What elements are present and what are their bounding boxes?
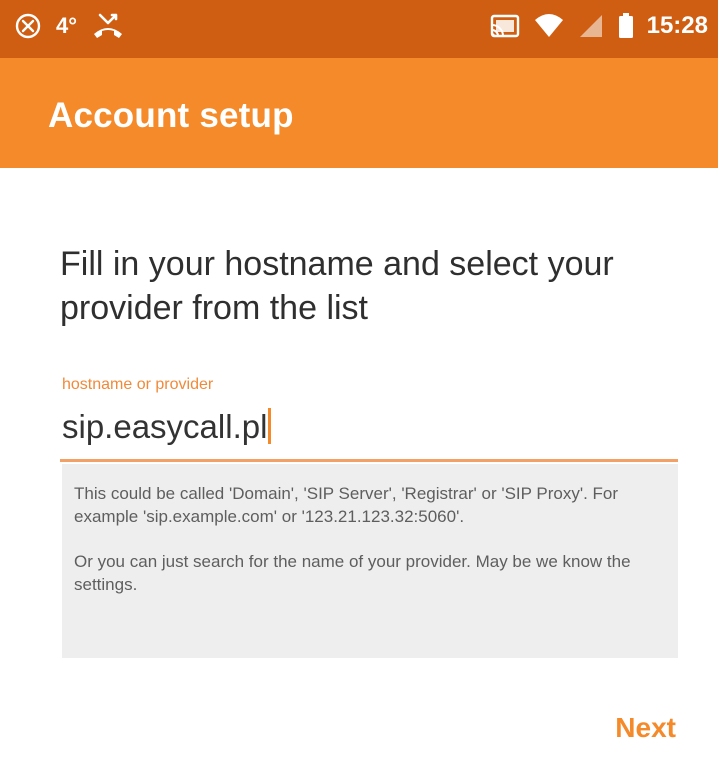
help-text-paragraph-2: Or you can just search for the name of y… — [74, 552, 631, 594]
next-button[interactable]: Next — [613, 708, 678, 748]
app-bar: Account setup — [0, 58, 718, 168]
hostname-input[interactable]: sip.easycall.pl — [60, 404, 678, 462]
cast-icon — [489, 12, 521, 40]
cancel-circle-icon — [14, 12, 42, 40]
help-box: This could be called 'Domain', 'SIP Serv… — [62, 464, 678, 658]
hostname-input-value[interactable]: sip.easycall.pl — [60, 408, 267, 445]
status-bar-right: 15:28 — [489, 12, 708, 40]
help-text-paragraph-1: This could be called 'Domain', 'SIP Serv… — [74, 484, 619, 526]
hostname-field-label: hostname or provider — [62, 376, 214, 393]
text-cursor — [268, 408, 272, 444]
temperature: 4° — [56, 13, 78, 38]
wifi-icon — [533, 12, 565, 40]
missed-call-icon — [91, 12, 125, 40]
page-title: Account setup — [48, 96, 294, 135]
status-bar-left: 4° — [14, 12, 125, 40]
clock: 15:28 — [646, 12, 708, 39]
cellular-signal-icon — [577, 12, 605, 40]
status-bar: 4° 15:28 — [0, 0, 718, 58]
battery-icon — [617, 12, 635, 40]
instruction-text: Fill in your hostname and select your pr… — [60, 245, 614, 327]
